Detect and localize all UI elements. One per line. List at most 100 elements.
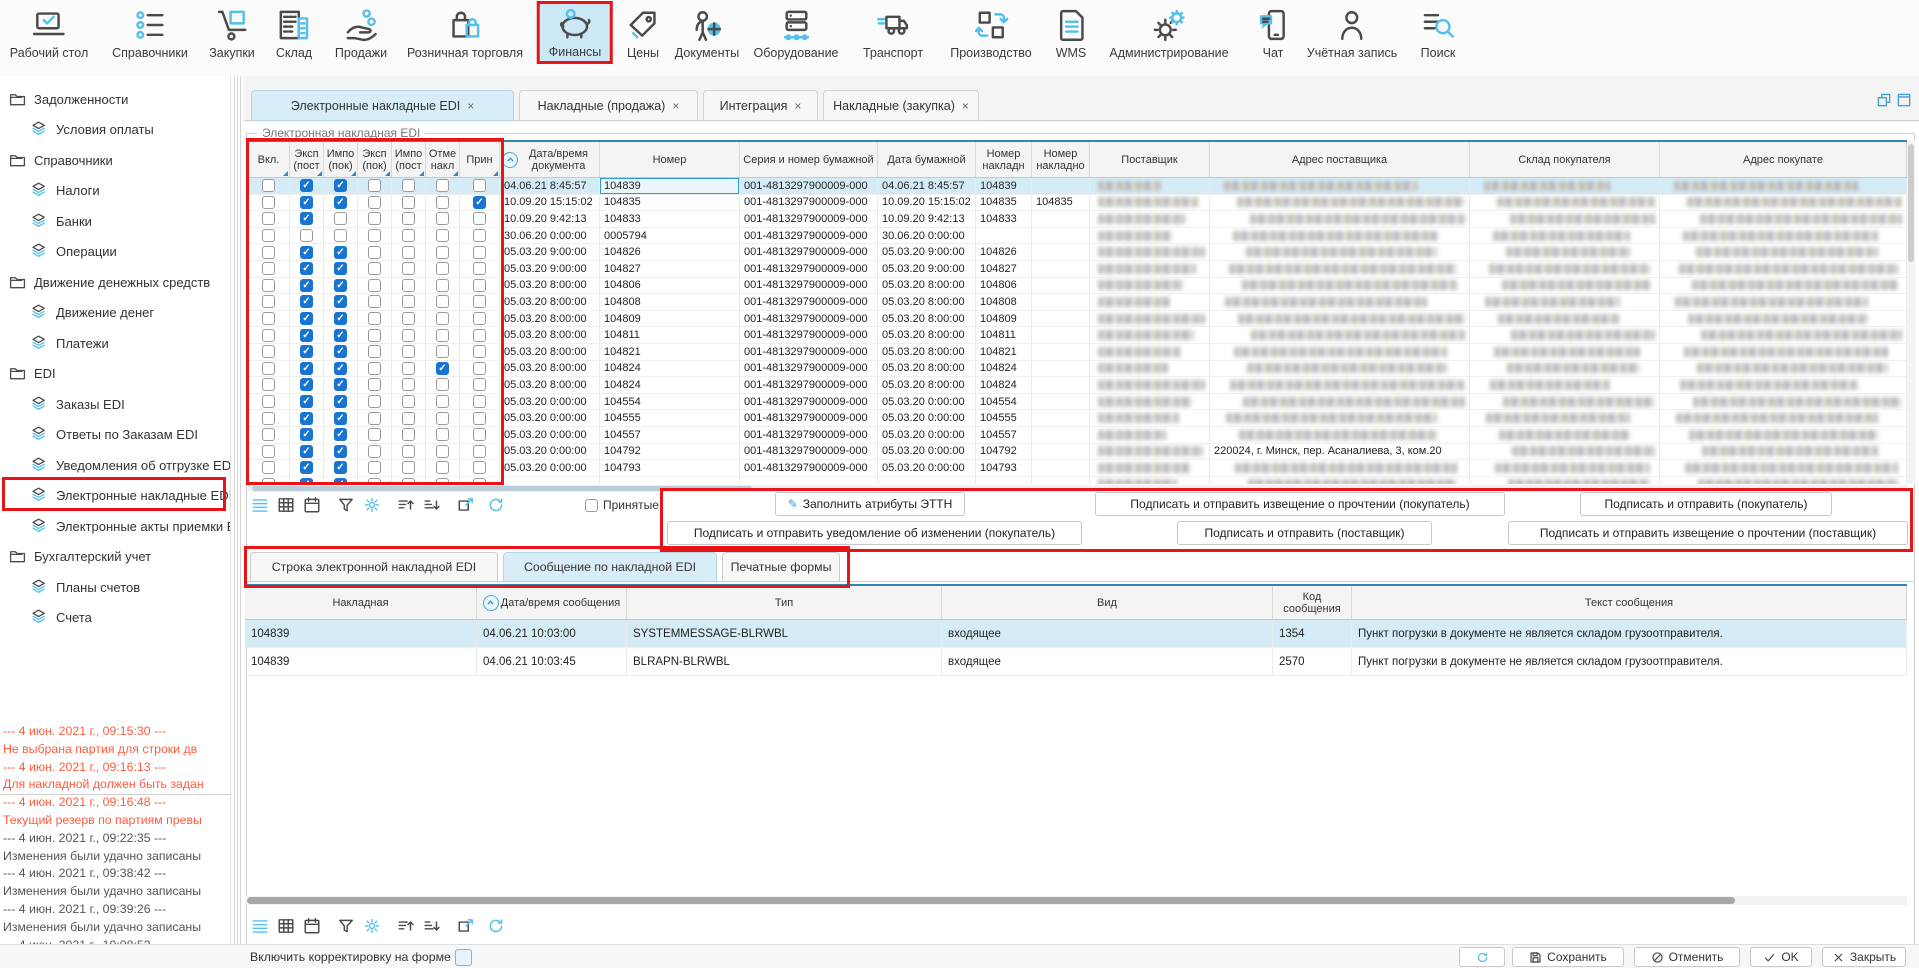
table-row[interactable]: 05.03.20 8:00:00104821001-4813297900009-… xyxy=(248,344,1907,361)
toolbar-item-wms[interactable]: WMS xyxy=(1046,4,1096,63)
sidebar-item[interactable]: Уведомления об отгрузке EDI xyxy=(30,450,235,480)
row-checkbox[interactable] xyxy=(402,395,415,408)
row-checkbox[interactable] xyxy=(402,428,415,441)
detail-tab-1[interactable]: Строка электронной накладной EDI xyxy=(250,552,498,582)
row-checkbox[interactable] xyxy=(334,212,347,225)
row-checkbox[interactable] xyxy=(368,196,381,209)
row-checkbox[interactable] xyxy=(300,395,313,408)
toolbar-item-sales[interactable]: Продажи xyxy=(328,4,394,63)
row-checkbox[interactable] xyxy=(402,179,415,192)
messages-column-header-2[interactable]: Тип xyxy=(627,586,942,619)
row-checkbox[interactable] xyxy=(262,179,275,192)
row-checkbox[interactable] xyxy=(473,445,486,458)
column-header-6[interactable]: Поставщик xyxy=(1090,142,1210,177)
row-checkbox[interactable] xyxy=(368,445,381,458)
table-row[interactable]: 05.03.20 8:00:00104806001-4813297900009-… xyxy=(248,278,1907,295)
row-checkbox[interactable] xyxy=(368,179,381,192)
row-checkbox[interactable] xyxy=(334,279,347,292)
table-row[interactable]: 05.03.20 8:00:00104809001-4813297900009-… xyxy=(248,311,1907,328)
row-checkbox[interactable] xyxy=(262,345,275,358)
row-checkbox[interactable] xyxy=(334,345,347,358)
row-checkbox[interactable] xyxy=(473,229,486,242)
row-checkbox[interactable] xyxy=(473,461,486,474)
row-checkbox[interactable] xyxy=(402,295,415,308)
row-checkbox[interactable] xyxy=(368,262,381,275)
row-checkbox[interactable] xyxy=(436,196,449,209)
sidebar-item[interactable]: Банки xyxy=(30,206,92,236)
row-checkbox[interactable] xyxy=(334,362,347,375)
correction-checkbox[interactable] xyxy=(455,949,472,966)
row-checkbox[interactable] xyxy=(334,378,347,391)
toolbar-item-references[interactable]: Справочники xyxy=(105,4,195,63)
row-checkbox[interactable] xyxy=(334,445,347,458)
row-checkbox[interactable] xyxy=(402,478,415,484)
list-view-icon[interactable] xyxy=(250,916,270,936)
row-checkbox[interactable] xyxy=(300,412,313,425)
column-header-0[interactable]: Дата/время документа xyxy=(500,142,600,177)
gear-icon[interactable] xyxy=(362,495,382,515)
maximize-icon[interactable] xyxy=(1897,93,1912,108)
table-row[interactable]: 05.03.20 8:00:00104808001-4813297900009-… xyxy=(248,294,1907,311)
row-checkbox[interactable] xyxy=(334,262,347,275)
row-checkbox[interactable] xyxy=(300,212,313,225)
detail-tab-2[interactable]: Сообщение по накладной EDI xyxy=(503,552,717,582)
column-header-checkbox-4[interactable]: Импо (пост xyxy=(392,142,426,177)
row-checkbox[interactable] xyxy=(262,212,275,225)
column-header-5[interactable]: Номер накладно xyxy=(1032,142,1090,177)
table-row[interactable]: 10.09.20 15:15:02104835001-4813297900009… xyxy=(248,195,1907,212)
row-checkbox[interactable] xyxy=(436,478,449,484)
column-header-checkbox-1[interactable]: Эксп (пост xyxy=(290,142,324,177)
refresh-icon[interactable] xyxy=(486,495,506,515)
row-checkbox[interactable] xyxy=(334,395,347,408)
row-checkbox[interactable] xyxy=(436,395,449,408)
row-checkbox[interactable] xyxy=(368,478,381,484)
toolbar-item-prices[interactable]: Цены xyxy=(618,4,668,63)
toolbar-item-production[interactable]: Производство xyxy=(943,4,1039,63)
table-row[interactable]: 05.03.20 9:00:00104827001-4813297900009-… xyxy=(248,261,1907,278)
row-checkbox[interactable] xyxy=(402,312,415,325)
row-checkbox[interactable] xyxy=(473,478,486,484)
row-checkbox[interactable] xyxy=(473,412,486,425)
toolbar-item-purchases[interactable]: Закупки xyxy=(202,4,262,63)
row-checkbox[interactable] xyxy=(368,428,381,441)
toolbar-item-documents[interactable]: Документы xyxy=(668,4,746,63)
sidebar-item[interactable]: Электронные акты приемки Е xyxy=(30,511,235,541)
row-checkbox[interactable] xyxy=(473,295,486,308)
row-checkbox[interactable] xyxy=(436,312,449,325)
row-checkbox[interactable] xyxy=(368,378,381,391)
filter-icon[interactable] xyxy=(336,495,356,515)
message-row[interactable]: 10483904.06.21 10:03:45BLRAPN-BLRWBLвход… xyxy=(245,648,1907,676)
row-checkbox[interactable] xyxy=(473,246,486,259)
action-button-row2-2[interactable]: Подписать и отправить извещение о прочте… xyxy=(1508,521,1908,545)
row-checkbox[interactable] xyxy=(262,295,275,308)
table-row[interactable]: 05.03.20 0:00:00104793001-4813297900009-… xyxy=(248,460,1907,477)
row-checkbox[interactable] xyxy=(262,246,275,259)
row-checkbox[interactable] xyxy=(473,345,486,358)
row-checkbox[interactable] xyxy=(473,362,486,375)
sidebar-item[interactable]: Счета xyxy=(30,603,92,633)
row-checkbox[interactable] xyxy=(368,279,381,292)
row-checkbox[interactable] xyxy=(473,428,486,441)
row-checkbox[interactable] xyxy=(334,428,347,441)
row-checkbox[interactable] xyxy=(368,362,381,375)
action-button-row2-0[interactable]: Подписать и отправить уведомление об изм… xyxy=(667,521,1082,545)
row-checkbox[interactable] xyxy=(334,295,347,308)
row-checkbox[interactable] xyxy=(473,329,486,342)
sidebar-item[interactable]: Справочники xyxy=(8,145,113,175)
row-checkbox[interactable] xyxy=(262,378,275,391)
row-checkbox[interactable] xyxy=(402,461,415,474)
row-checkbox[interactable] xyxy=(368,295,381,308)
sidebar-item[interactable]: Ответы по Заказам EDI xyxy=(30,420,198,450)
row-checkbox[interactable] xyxy=(262,395,275,408)
column-header-8[interactable]: Склад покупателя xyxy=(1470,142,1660,177)
row-checkbox[interactable] xyxy=(402,345,415,358)
row-checkbox[interactable] xyxy=(262,196,275,209)
row-checkbox[interactable] xyxy=(300,279,313,292)
table-row[interactable]: 05.03.20 0:00:00104555001-4813297900009-… xyxy=(248,410,1907,427)
row-checkbox[interactable] xyxy=(300,461,313,474)
row-checkbox[interactable] xyxy=(300,179,313,192)
sidebar-item[interactable]: Условия оплаты xyxy=(30,115,154,145)
table-row[interactable] xyxy=(248,477,1907,484)
sidebar-item[interactable]: Бухгалтерский учет xyxy=(8,542,151,572)
tab-2[interactable]: Накладные (продажа)× xyxy=(519,90,698,121)
